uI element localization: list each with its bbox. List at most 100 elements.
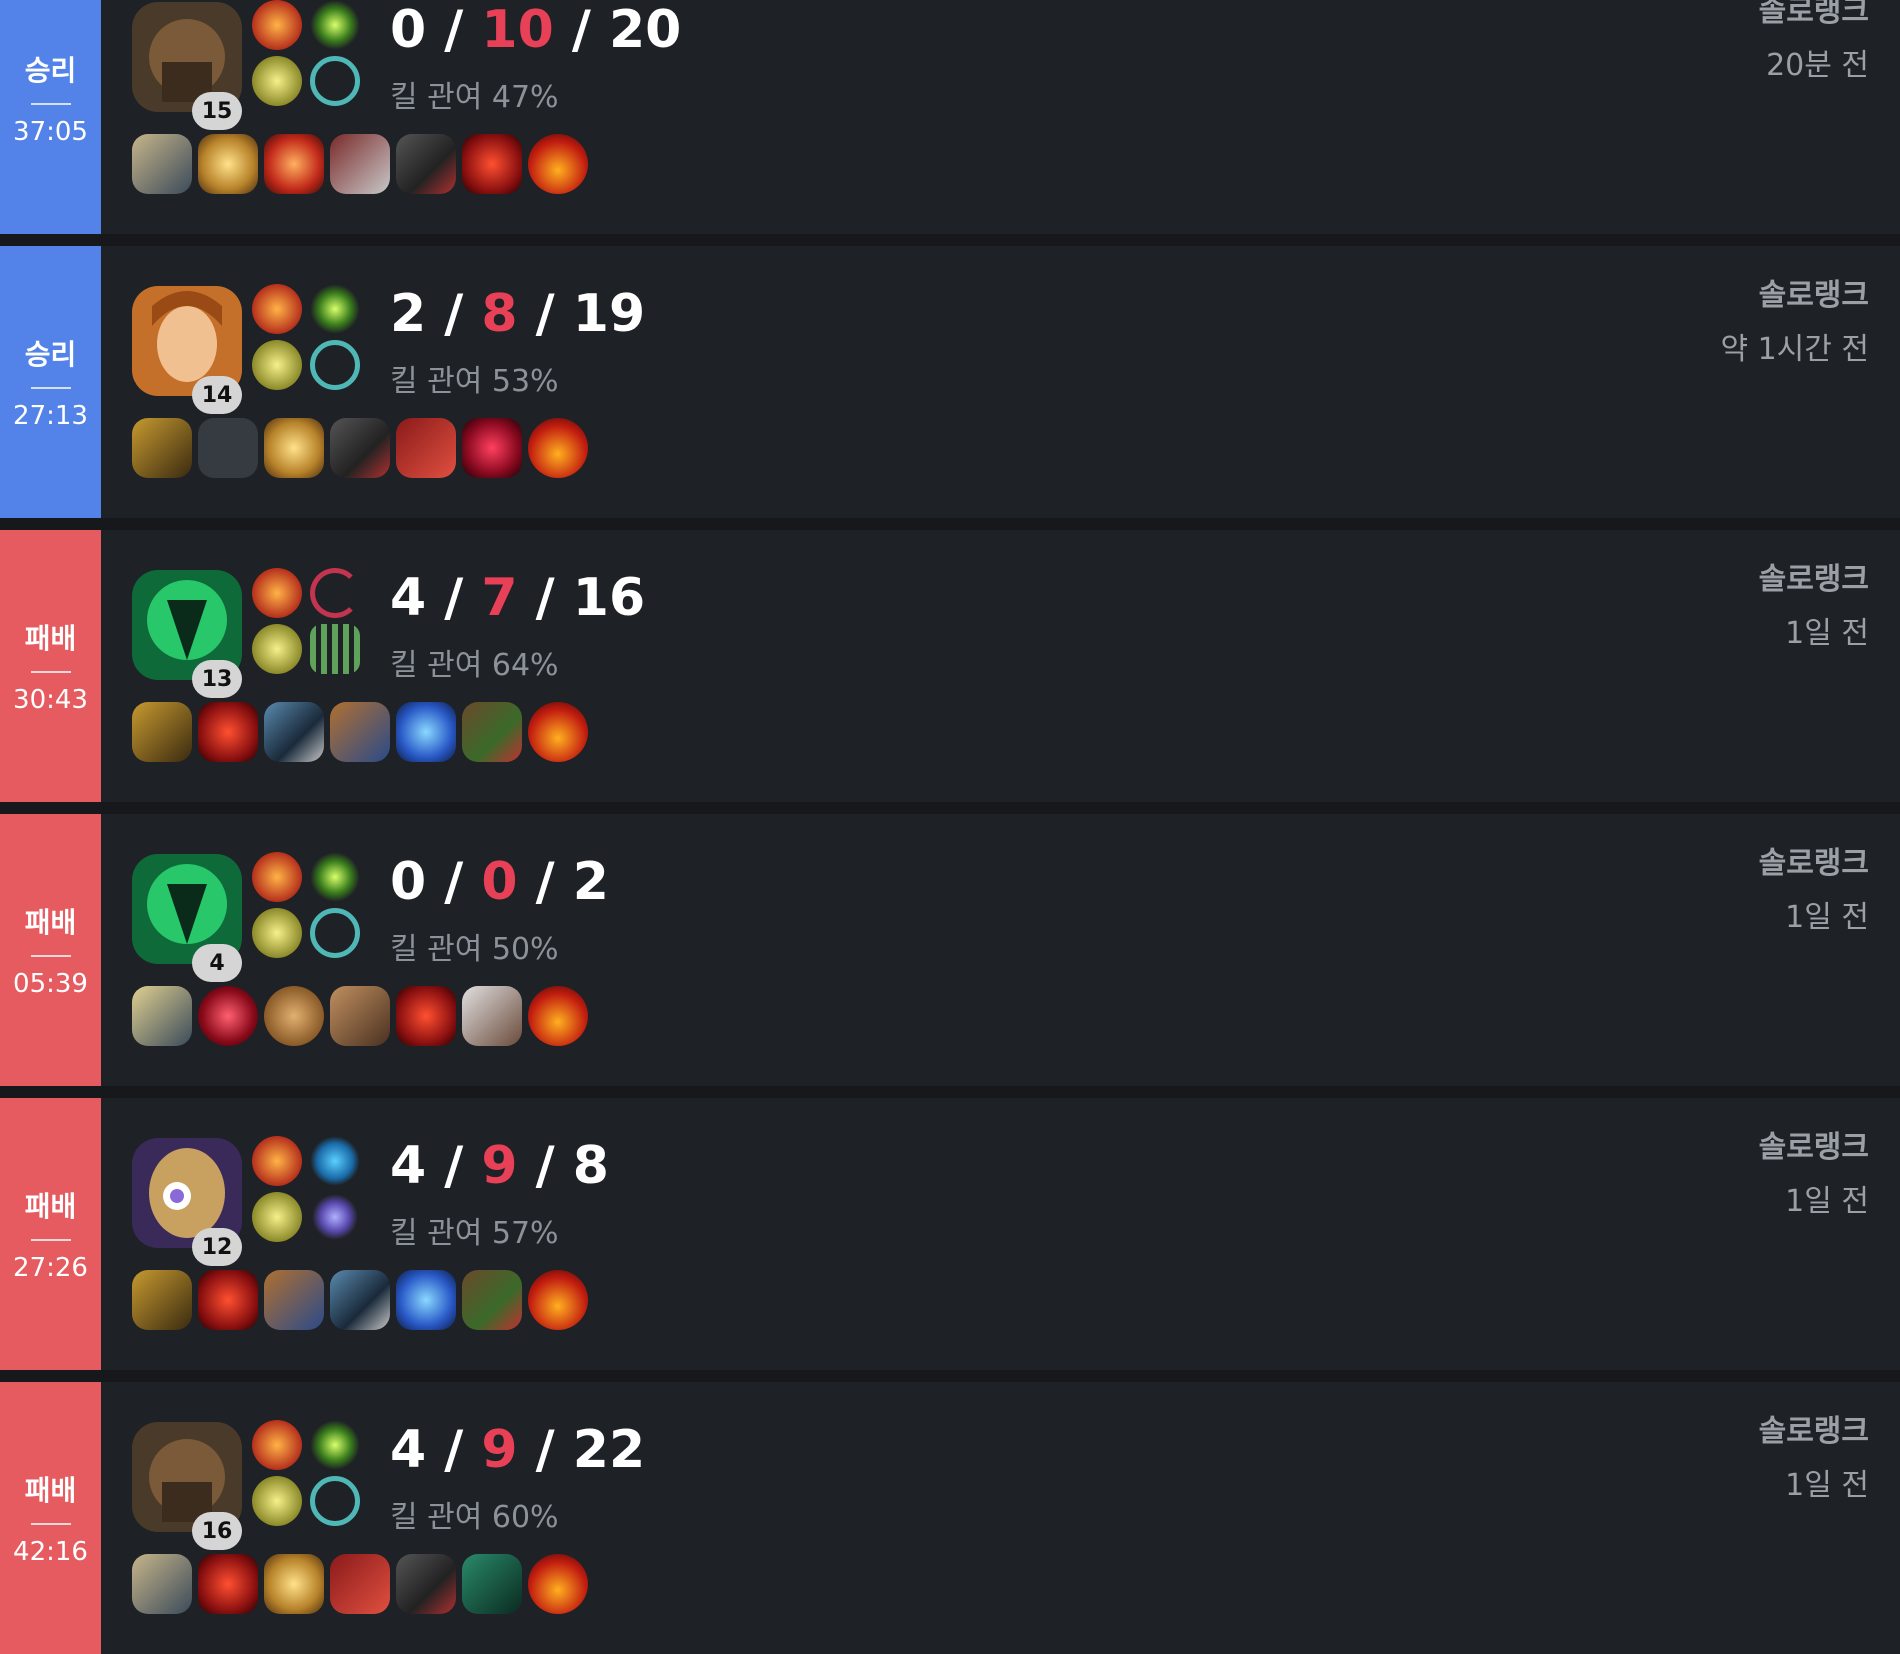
item-icon[interactable] bbox=[132, 418, 192, 478]
item-row bbox=[132, 418, 588, 478]
item-icon[interactable] bbox=[264, 418, 324, 478]
item-icon[interactable] bbox=[330, 1270, 390, 1330]
champion-level-badge: 12 bbox=[192, 1228, 242, 1266]
keystone-rune-icon bbox=[310, 0, 360, 50]
item-icon[interactable] bbox=[132, 134, 192, 194]
item-icon[interactable] bbox=[198, 1554, 258, 1614]
ward-trinket-icon[interactable] bbox=[528, 418, 588, 478]
ignite-spell-icon bbox=[252, 340, 302, 390]
kda: 4 / 9 / 8 bbox=[390, 1136, 609, 1196]
time-ago: 1일 전 bbox=[1785, 616, 1869, 651]
item-icon[interactable] bbox=[396, 418, 456, 478]
match-card[interactable]: 승리 37:05 15 0 / 10 / 20 킬 관여 47% 솔로랭크 20… bbox=[0, 0, 1900, 234]
kda: 2 / 8 / 19 bbox=[390, 284, 646, 344]
secondary-rune-icon bbox=[310, 1192, 360, 1242]
result-bar: 패배 42:16 bbox=[0, 1382, 101, 1654]
item-icon[interactable] bbox=[198, 702, 258, 762]
kill-participation: 킬 관여 64% bbox=[390, 648, 559, 683]
item-icon[interactable] bbox=[198, 986, 258, 1046]
result-bar: 승리 27:13 bbox=[0, 246, 101, 518]
item-icon[interactable] bbox=[462, 134, 522, 194]
item-icon[interactable] bbox=[330, 134, 390, 194]
ignite-spell-icon bbox=[252, 1192, 302, 1242]
item-row bbox=[132, 134, 588, 194]
kda: 0 / 10 / 20 bbox=[390, 0, 682, 60]
item-icon[interactable] bbox=[264, 1270, 324, 1330]
time-ago: 1일 전 bbox=[1785, 900, 1869, 935]
item-icon[interactable] bbox=[330, 986, 390, 1046]
item-row bbox=[132, 1270, 588, 1330]
flash-spell-icon bbox=[252, 0, 302, 50]
item-icon[interactable] bbox=[396, 134, 456, 194]
ward-trinket-icon[interactable] bbox=[528, 1554, 588, 1614]
secondary-rune-icon bbox=[310, 56, 360, 106]
result-label: 승리 bbox=[24, 338, 77, 371]
empty-item-slot bbox=[198, 418, 258, 478]
item-icon[interactable] bbox=[396, 1554, 456, 1614]
match-meta: 솔로랭크 1일 전 bbox=[1759, 1406, 1869, 1504]
result-divider bbox=[30, 955, 71, 957]
ignite-spell-icon bbox=[252, 1476, 302, 1526]
item-icon[interactable] bbox=[396, 1270, 456, 1330]
kill-participation: 킬 관여 50% bbox=[390, 932, 559, 967]
secondary-rune-icon bbox=[310, 1476, 360, 1526]
flash-spell-icon bbox=[252, 1420, 302, 1470]
item-icon[interactable] bbox=[462, 418, 522, 478]
item-icon[interactable] bbox=[462, 986, 522, 1046]
result-divider bbox=[30, 1523, 71, 1525]
result-bar: 패배 30:43 bbox=[0, 530, 101, 802]
item-icon[interactable] bbox=[264, 986, 324, 1046]
item-icon[interactable] bbox=[198, 134, 258, 194]
item-icon[interactable] bbox=[462, 702, 522, 762]
result-label: 패배 bbox=[24, 1190, 77, 1223]
match-duration: 42:16 bbox=[13, 1537, 88, 1567]
queue-type: 솔로랭크 bbox=[1758, 562, 1869, 597]
ward-trinket-icon[interactable] bbox=[528, 986, 588, 1046]
item-icon[interactable] bbox=[462, 1270, 522, 1330]
match-duration: 37:05 bbox=[13, 117, 88, 147]
item-icon[interactable] bbox=[198, 1270, 258, 1330]
result-label: 패배 bbox=[24, 1474, 77, 1507]
match-duration: 27:26 bbox=[13, 1253, 88, 1283]
ward-trinket-icon[interactable] bbox=[528, 134, 588, 194]
result-bar: 패배 05:39 bbox=[0, 814, 101, 1086]
secondary-rune-icon bbox=[310, 624, 360, 674]
item-icon[interactable] bbox=[132, 986, 192, 1046]
item-icon[interactable] bbox=[264, 1554, 324, 1614]
match-history-list: 승리 37:05 15 0 / 10 / 20 킬 관여 47% 솔로랭크 20… bbox=[0, 0, 1900, 1654]
match-card[interactable]: 패배 05:39 4 0 / 0 / 2 킬 관여 50% 솔로랭크 1일 전 bbox=[0, 814, 1900, 1086]
keystone-rune-icon bbox=[310, 852, 360, 902]
match-card[interactable]: 패배 27:26 12 4 / 9 / 8 킬 관여 57% 솔로랭크 1일 전 bbox=[0, 1098, 1900, 1370]
ward-trinket-icon[interactable] bbox=[528, 702, 588, 762]
match-meta: 솔로랭크 20분 전 bbox=[1759, 0, 1869, 84]
match-meta: 솔로랭크 1일 전 bbox=[1759, 1122, 1869, 1220]
result-divider bbox=[30, 103, 71, 105]
item-icon[interactable] bbox=[462, 1554, 522, 1614]
champion-level-badge: 4 bbox=[192, 944, 242, 982]
flash-spell-icon bbox=[252, 852, 302, 902]
match-meta: 솔로랭크 약 1시간 전 bbox=[1720, 270, 1869, 368]
match-card[interactable]: 승리 27:13 14 2 / 8 / 19 킬 관여 53% 솔로랭크 약 1… bbox=[0, 246, 1900, 518]
queue-type: 솔로랭크 bbox=[1758, 278, 1869, 313]
match-card[interactable]: 패배 42:16 16 4 / 9 / 22 킬 관여 60% 솔로랭크 1일 … bbox=[0, 1382, 1900, 1654]
item-icon[interactable] bbox=[396, 702, 456, 762]
item-icon[interactable] bbox=[330, 702, 390, 762]
item-icon[interactable] bbox=[132, 1270, 192, 1330]
time-ago: 1일 전 bbox=[1785, 1468, 1869, 1503]
item-icon[interactable] bbox=[132, 702, 192, 762]
result-divider bbox=[30, 1239, 71, 1241]
item-icon[interactable] bbox=[330, 1554, 390, 1614]
champion-level-badge: 13 bbox=[192, 660, 242, 698]
ward-trinket-icon[interactable] bbox=[528, 1270, 588, 1330]
secondary-rune-icon bbox=[310, 340, 360, 390]
queue-type: 솔로랭크 bbox=[1758, 846, 1869, 881]
item-icon[interactable] bbox=[264, 702, 324, 762]
result-divider bbox=[30, 671, 71, 673]
item-icon[interactable] bbox=[330, 418, 390, 478]
match-card[interactable]: 패배 30:43 13 4 / 7 / 16 킬 관여 64% 솔로랭크 1일 … bbox=[0, 530, 1900, 802]
kda: 4 / 9 / 22 bbox=[390, 1420, 646, 1480]
item-icon[interactable] bbox=[132, 1554, 192, 1614]
item-icon[interactable] bbox=[396, 986, 456, 1046]
time-ago: 약 1시간 전 bbox=[1720, 332, 1869, 367]
item-icon[interactable] bbox=[264, 134, 324, 194]
